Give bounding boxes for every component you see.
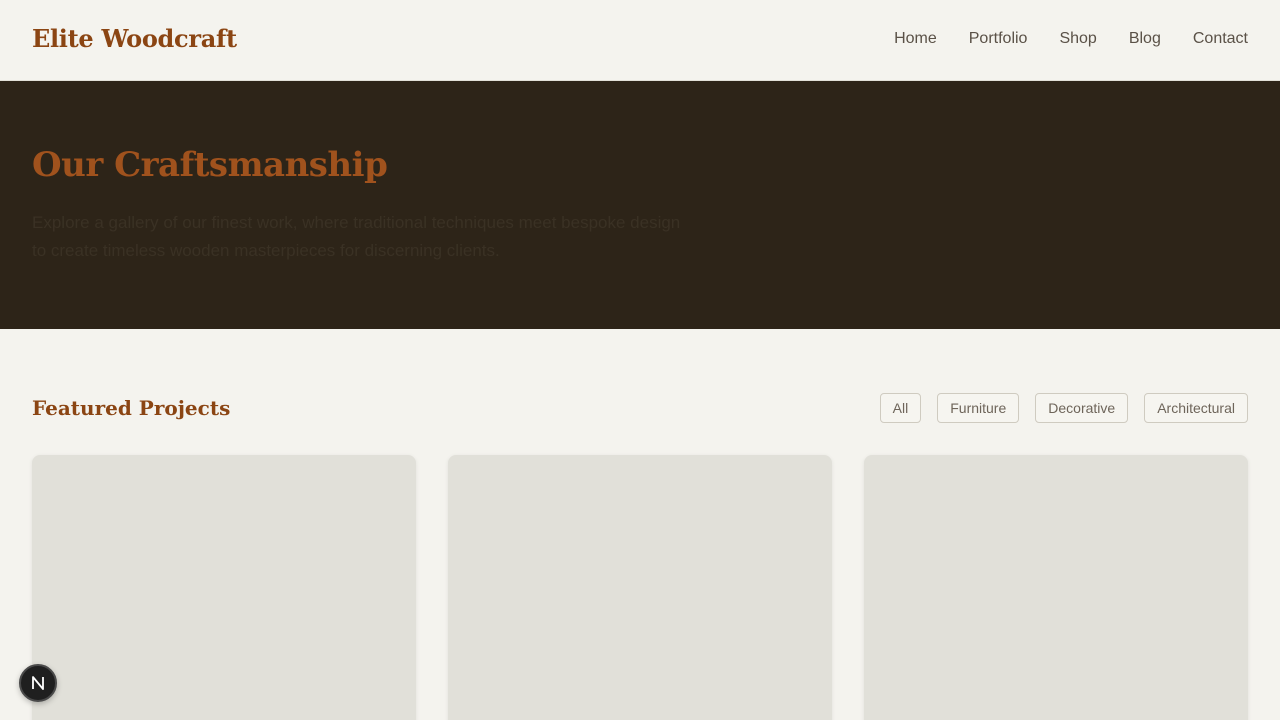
site-logo[interactable]: Elite Woodcraft bbox=[32, 24, 237, 54]
project-card[interactable] bbox=[864, 455, 1248, 720]
n-glyph-icon bbox=[32, 676, 44, 690]
nav-link-contact[interactable]: Contact bbox=[1193, 29, 1248, 49]
main-nav: Home Portfolio Shop Blog Contact bbox=[894, 29, 1248, 49]
nav-link-shop[interactable]: Shop bbox=[1059, 29, 1096, 49]
filter-architectural-button[interactable]: Architectural bbox=[1144, 393, 1248, 423]
site-header: Elite Woodcraft Home Portfolio Shop Blog… bbox=[0, 0, 1280, 81]
filter-all-button[interactable]: All bbox=[879, 393, 922, 423]
n-logo-icon[interactable] bbox=[19, 664, 57, 702]
nav-link-blog[interactable]: Blog bbox=[1129, 29, 1161, 49]
featured-projects-heading: Featured Projects bbox=[32, 396, 231, 420]
nav-link-portfolio[interactable]: Portfolio bbox=[969, 29, 1028, 49]
hero-title: Our Craftsmanship bbox=[32, 145, 388, 185]
project-card[interactable] bbox=[448, 455, 832, 720]
hero-section: Our Craftsmanship Explore a gallery of o… bbox=[0, 81, 1280, 329]
filter-furniture-button[interactable]: Furniture bbox=[937, 393, 1020, 423]
project-card[interactable] bbox=[32, 455, 416, 720]
hero-description: Explore a gallery of our finest work, wh… bbox=[32, 213, 681, 260]
project-filter-group: All Furniture Decorative Architectural bbox=[879, 393, 1248, 423]
project-grid bbox=[32, 455, 1248, 720]
nav-link-home[interactable]: Home bbox=[894, 29, 937, 49]
filter-decorative-button[interactable]: Decorative bbox=[1035, 393, 1129, 423]
